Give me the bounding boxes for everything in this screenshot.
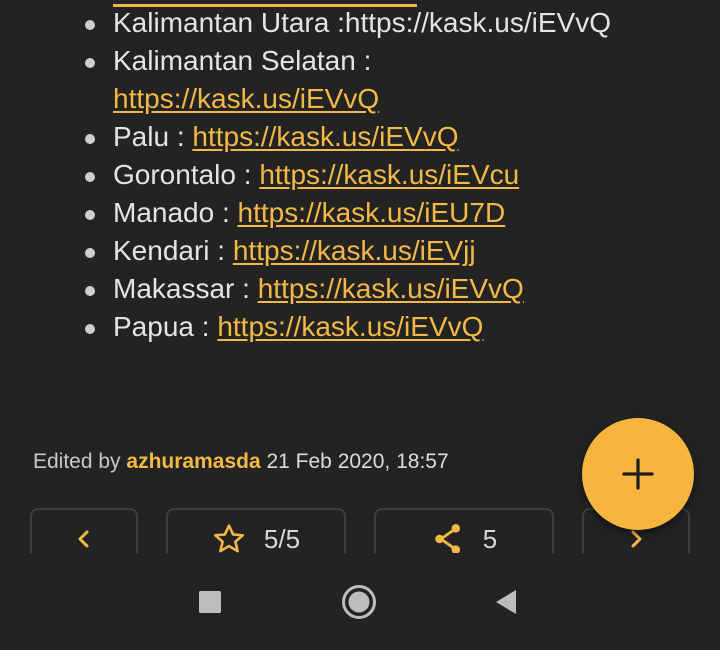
editor-username[interactable]: azhuramasda <box>126 450 260 473</box>
chevron-left-icon <box>78 530 89 548</box>
list-item: Manado : https://kask.us/iEU7D <box>0 194 720 232</box>
location-link[interactable]: https://kask.us/iEVjj <box>233 235 476 266</box>
edited-by-label: Edited by <box>33 450 121 473</box>
edit-timestamp: 21 Feb 2020, 18:57 <box>266 450 449 473</box>
bullet <box>85 172 95 182</box>
bullet <box>85 210 95 220</box>
list-item: Kalimantan Selatan : https://kask.us/iEV… <box>0 42 720 118</box>
location-name: Gorontalo : <box>113 159 252 190</box>
bullet <box>85 248 95 258</box>
bullet <box>85 58 95 68</box>
location-link[interactable]: https://kask.us/iEVvQ <box>192 121 458 152</box>
location-link[interactable]: https://kask.us/iEVcu <box>259 159 519 190</box>
share-count: 5 <box>482 523 498 554</box>
location-name: Kendari : <box>113 235 226 266</box>
bullet <box>85 286 95 296</box>
list-item: Palu : https://kask.us/iEVvQ <box>0 118 720 156</box>
edit-info: Edited by azhuramasda 21 Feb 2020, 18:57 <box>33 450 449 474</box>
location-link[interactable]: https://kask.us/iEVvQ <box>258 273 524 304</box>
system-navigation-bar <box>0 553 720 650</box>
location-link-plain: https://kask.us/iEVvQ <box>344 7 611 38</box>
square-icon[interactable] <box>198 590 222 614</box>
plus-icon <box>622 458 654 490</box>
bullet <box>85 324 95 334</box>
list-item: Kalimantan Utara :https://kask.us/iEVvQ <box>0 4 720 42</box>
location-link[interactable]: https://kask.us/iEU7D <box>238 197 506 228</box>
location-name: Kalimantan Selatan : <box>113 45 372 76</box>
bullet <box>85 134 95 144</box>
circle-icon[interactable] <box>341 584 377 620</box>
list-item: Makassar : https://kask.us/iEVvQ <box>0 270 720 308</box>
list-item: Gorontalo : https://kask.us/iEVcu <box>0 156 720 194</box>
location-link-list: Kalimantan Utara :https://kask.us/iEVvQ … <box>0 4 720 346</box>
location-name: Papua : <box>113 311 210 342</box>
location-name: Manado : <box>113 197 230 228</box>
bullet <box>85 20 95 30</box>
location-name: Palu : <box>113 121 185 152</box>
share-icon <box>435 524 460 554</box>
list-item: Papua : https://kask.us/iEVvQ <box>0 308 720 346</box>
add-fab-button[interactable] <box>582 418 694 530</box>
location-link[interactable]: https://kask.us/iEVvQ <box>113 83 379 114</box>
list-item: Kendari : https://kask.us/iEVjj <box>0 232 720 270</box>
location-link[interactable]: https://kask.us/iEVvQ <box>217 311 483 342</box>
triangle-back-icon[interactable] <box>494 589 518 615</box>
star-outline-icon <box>213 524 244 553</box>
location-name: Makassar : <box>113 273 250 304</box>
chevron-right-icon <box>631 530 642 548</box>
rating-value: 5/5 <box>263 523 301 554</box>
location-name: Kalimantan Utara : <box>113 7 345 38</box>
